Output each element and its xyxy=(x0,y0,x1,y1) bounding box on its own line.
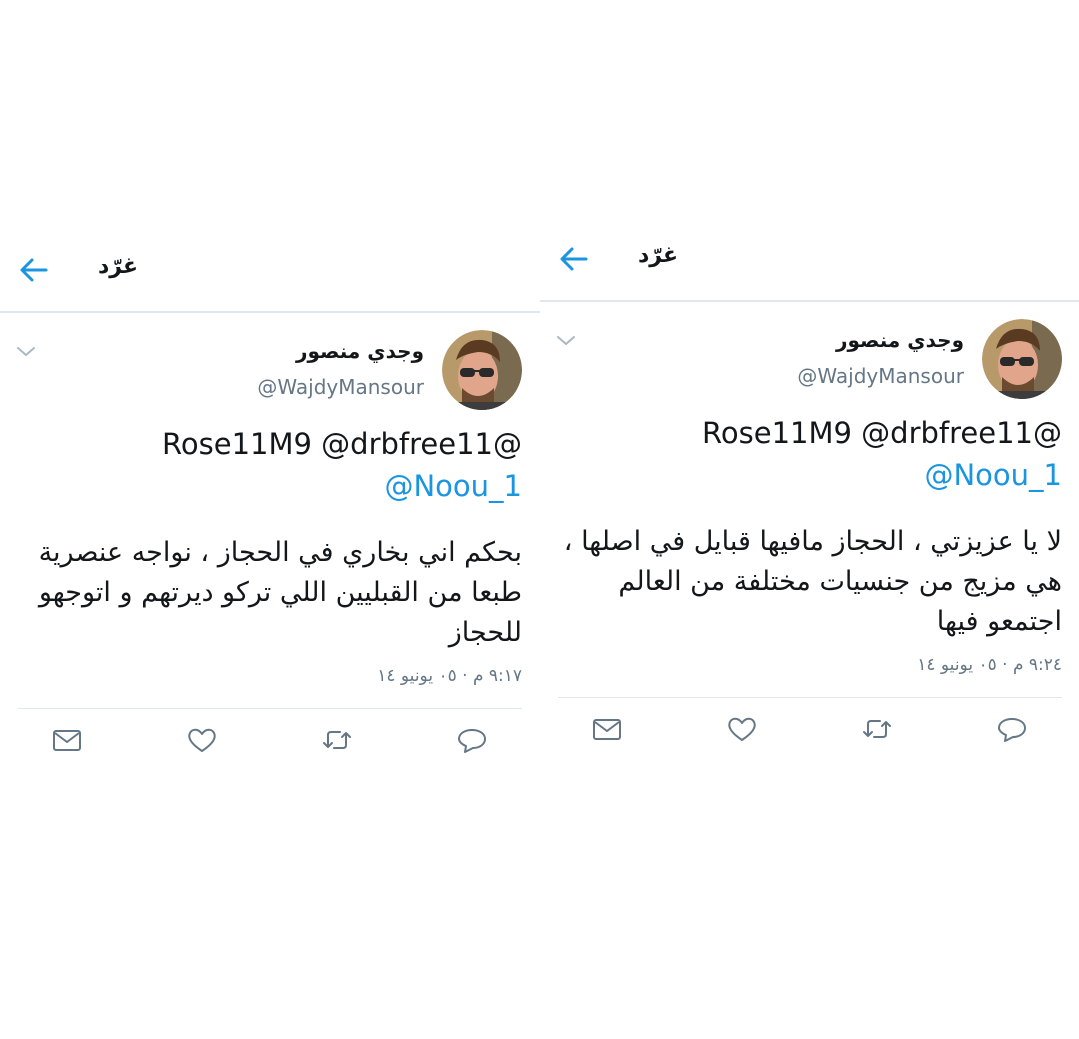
top-bar: غرّد xyxy=(0,236,540,313)
heart-icon[interactable] xyxy=(185,723,219,757)
action-bar xyxy=(540,712,1079,752)
author-name[interactable]: وجدي منصور xyxy=(836,328,964,352)
back-arrow-icon[interactable] xyxy=(556,241,592,277)
reply-mentions: Rose11M9 @drbfree11@ @Noou_1 xyxy=(702,412,1062,496)
tweet-timestamp: ٩:٢٤ م · ٠٥ يونيو ١٤ xyxy=(917,655,1062,675)
tweet-text: لا يا عزيزتي ، الحجاز مافيها قبايل في اص… xyxy=(563,526,1062,637)
tweet-panel-left: غرّد وجدي منصور @WajdyMansour Rose11M9 @… xyxy=(0,236,540,793)
tweet-timestamp: ٩:١٧ م · ٠٥ يونيو ١٤ xyxy=(377,666,522,686)
author-name[interactable]: وجدي منصور xyxy=(296,339,424,363)
mail-icon[interactable] xyxy=(590,712,624,746)
mention-link[interactable]: @Noou_1 xyxy=(162,465,522,507)
avatar[interactable] xyxy=(442,330,522,410)
top-bar: غرّد xyxy=(540,225,1079,302)
tweet-text: بحكم اني بخاري في الحجاز ، نواجه عنصرية … xyxy=(38,537,522,648)
retweet-icon[interactable] xyxy=(320,723,354,757)
mail-icon[interactable] xyxy=(50,723,84,757)
reply-icon[interactable] xyxy=(455,723,489,757)
divider xyxy=(18,708,522,709)
divider xyxy=(558,697,1062,698)
heart-icon[interactable] xyxy=(725,712,759,746)
author-handle[interactable]: @WajdyMansour xyxy=(797,364,964,388)
tweet: وجدي منصور @WajdyMansour Rose11M9 @drbfr… xyxy=(540,302,1079,782)
tweet-panel-right: غرّد وجدي منصور @WajdyMansour Rose11M9 @… xyxy=(540,225,1079,782)
page-title: غرّد xyxy=(98,254,139,279)
page-title: غرّد xyxy=(638,243,679,268)
chevron-down-icon[interactable] xyxy=(14,339,38,363)
action-bar xyxy=(0,723,540,763)
mentions-line[interactable]: Rose11M9 @drbfree11@ xyxy=(162,423,522,465)
back-arrow-icon[interactable] xyxy=(16,252,52,288)
mentions-line[interactable]: Rose11M9 @drbfree11@ xyxy=(702,412,1062,454)
avatar[interactable] xyxy=(982,319,1062,399)
reply-icon[interactable] xyxy=(995,712,1029,746)
chevron-down-icon[interactable] xyxy=(554,328,578,352)
author-handle[interactable]: @WajdyMansour xyxy=(257,375,424,399)
reply-mentions: Rose11M9 @drbfree11@ @Noou_1 xyxy=(162,423,522,507)
tweet: وجدي منصور @WajdyMansour Rose11M9 @drbfr… xyxy=(0,313,540,793)
mention-link[interactable]: @Noou_1 xyxy=(702,454,1062,496)
retweet-icon[interactable] xyxy=(860,712,894,746)
